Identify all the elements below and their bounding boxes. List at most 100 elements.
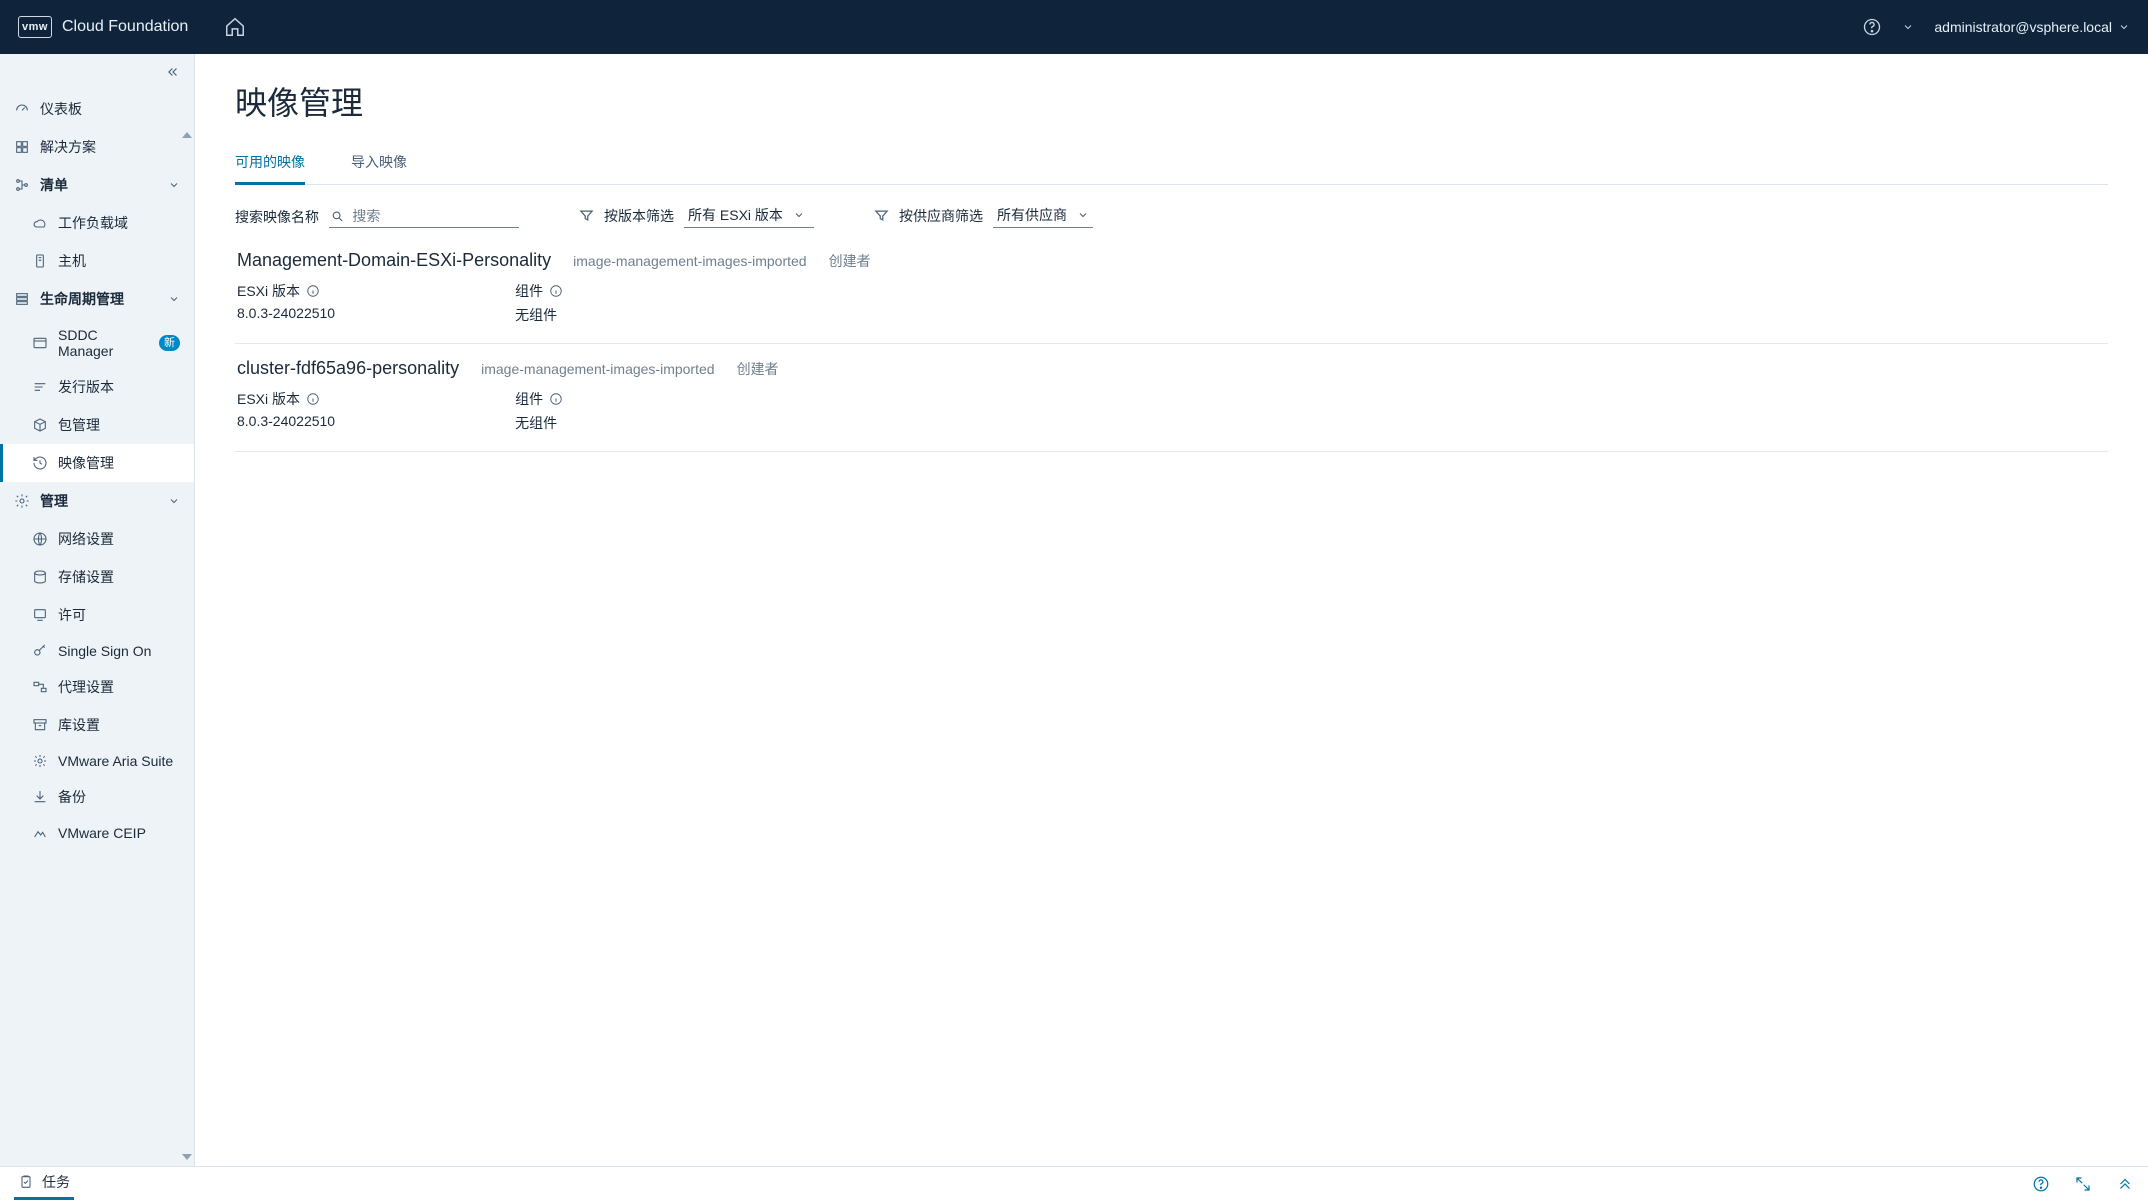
sidebar-item-sso[interactable]: Single Sign On (0, 634, 194, 668)
filter-vendor-value: 所有供应商 (997, 205, 1067, 225)
search-input[interactable] (350, 207, 517, 225)
info-icon[interactable] (306, 284, 320, 298)
chevron-double-up-icon[interactable] (2116, 1175, 2134, 1193)
new-badge: 新 (159, 335, 180, 351)
sidebar-item-license[interactable]: 许可 (0, 596, 194, 634)
image-name: cluster-fdf65a96-personality (237, 358, 459, 379)
sidebar-item-label: 网络设置 (58, 529, 114, 549)
brand: vmw Cloud Foundation (18, 16, 188, 38)
product-name: Cloud Foundation (62, 18, 188, 36)
sidebar-item-network[interactable]: 网络设置 (0, 520, 194, 558)
sidebar-item-ceip[interactable]: VMware CEIP (0, 816, 194, 850)
sidebar-item-package[interactable]: 包管理 (0, 406, 194, 444)
esxi-version-value: 8.0.3-24022510 (237, 413, 335, 429)
image-created-by-label: 创建者 (737, 359, 779, 379)
components-column: 组件 无组件 (515, 281, 563, 325)
sidebar-item-label: 工作负载域 (58, 213, 128, 233)
puzzle-icon (14, 139, 30, 155)
proxy-icon (32, 679, 48, 695)
search-icon (331, 209, 344, 224)
sidebar-item-dashboard[interactable]: 仪表板 (0, 90, 194, 128)
sidebar-item-repo[interactable]: 库设置 (0, 706, 194, 744)
sidebar-nav: 仪表板 解决方案 清单 工作负载域 主机 生命周期管理 (0, 90, 194, 1166)
sidebar-item-aria[interactable]: VMware Aria Suite (0, 744, 194, 778)
expand-icon[interactable] (2074, 1175, 2092, 1193)
download-icon (32, 789, 48, 805)
sidebar-item-release[interactable]: 发行版本 (0, 368, 194, 406)
help-icon (1862, 17, 1882, 37)
filter-version-label: 按版本筛选 (604, 206, 674, 226)
home-icon (224, 16, 246, 38)
storage-icon (32, 569, 48, 585)
filter-version-value: 所有 ESXi 版本 (688, 205, 783, 225)
user-label: administrator@vsphere.local (1934, 19, 2112, 35)
sidebar-item-backup[interactable]: 备份 (0, 778, 194, 816)
sidebar-item-solutions[interactable]: 解决方案 (0, 128, 194, 166)
tabs: 可用的映像 导入映像 (235, 146, 2108, 185)
esxi-version-column: ESXi 版本 8.0.3-24022510 (237, 389, 335, 433)
chevron-down-icon (793, 209, 805, 221)
sidebar-item-label: 存储设置 (58, 567, 114, 587)
quick-dropdown[interactable] (1902, 21, 1914, 33)
tab-import-images[interactable]: 导入映像 (351, 146, 407, 184)
gear-icon (32, 753, 48, 769)
sidebar-group-label: 清单 (40, 175, 68, 195)
image-card: cluster-fdf65a96-personality image-manag… (235, 344, 2108, 452)
scroll-up-icon (182, 130, 192, 140)
tab-available-images[interactable]: 可用的映像 (235, 146, 305, 185)
footer-tasks-tab[interactable]: 任务 (14, 1167, 74, 1200)
sidebar-item-workload-domain[interactable]: 工作负载域 (0, 204, 194, 242)
home-button[interactable] (218, 10, 252, 44)
window-icon (32, 335, 48, 351)
network-icon (32, 531, 48, 547)
user-menu[interactable]: administrator@vsphere.local (1934, 19, 2130, 35)
footer-help-icon[interactable] (2032, 1175, 2050, 1193)
chevron-down-icon (1077, 209, 1089, 221)
gauge-icon (14, 101, 30, 117)
sidebar-item-host[interactable]: 主机 (0, 242, 194, 280)
history-icon (32, 455, 48, 471)
sidebar-item-storage[interactable]: 存储设置 (0, 558, 194, 596)
info-icon[interactable] (549, 392, 563, 406)
sidebar-group-lifecycle[interactable]: 生命周期管理 (0, 280, 194, 318)
sidebar-item-label: 主机 (58, 251, 86, 271)
sidebar-collapse-button[interactable] (0, 54, 194, 90)
filter-icon (579, 208, 594, 223)
components-column: 组件 无组件 (515, 389, 563, 433)
sidebar-group-label: 生命周期管理 (40, 289, 124, 309)
search-input-wrap[interactable] (329, 205, 519, 228)
header-right: administrator@vsphere.local (1862, 17, 2130, 37)
host-icon (32, 253, 48, 269)
image-name: Management-Domain-ESXi-Personality (237, 250, 551, 271)
sidebar-group-admin[interactable]: 管理 (0, 482, 194, 520)
cloud-icon (32, 215, 48, 231)
sidebar-item-sddc-manager[interactable]: SDDC Manager 新 (0, 318, 194, 368)
sidebar-item-label: 包管理 (58, 415, 100, 435)
filter-vendor-label: 按供应商筛选 (899, 206, 983, 226)
info-icon[interactable] (306, 392, 320, 406)
sidebar-item-label: Single Sign On (58, 643, 151, 659)
sidebar-item-label: VMware CEIP (58, 825, 146, 841)
sidebar-item-label: VMware Aria Suite (58, 753, 173, 769)
sidebar-item-label: 映像管理 (58, 453, 114, 473)
esxi-version-column: ESXi 版本 8.0.3-24022510 (237, 281, 335, 325)
filter-version-select[interactable]: 所有 ESXi 版本 (684, 203, 814, 228)
footer-bar: 任务 (0, 1166, 2148, 1200)
vmw-logo: vmw (18, 16, 52, 38)
sidebar-item-label: 备份 (58, 787, 86, 807)
sidebar-item-proxy[interactable]: 代理设置 (0, 668, 194, 706)
filter-vendor-select[interactable]: 所有供应商 (993, 203, 1093, 228)
license-icon (32, 607, 48, 623)
chevron-down-icon (168, 179, 180, 191)
gear-icon (14, 493, 30, 509)
tree-icon (14, 177, 30, 193)
components-label: 组件 (515, 281, 543, 301)
help-button[interactable] (1862, 17, 1882, 37)
sidebar-group-inventory[interactable]: 清单 (0, 166, 194, 204)
sidebar-group-label: 管理 (40, 491, 68, 511)
info-icon[interactable] (549, 284, 563, 298)
components-value: 无组件 (515, 413, 563, 433)
image-tag: image-management-images-imported (481, 361, 714, 377)
image-created-by-label: 创建者 (829, 251, 871, 271)
sidebar-item-image-management[interactable]: 映像管理 (0, 444, 194, 482)
